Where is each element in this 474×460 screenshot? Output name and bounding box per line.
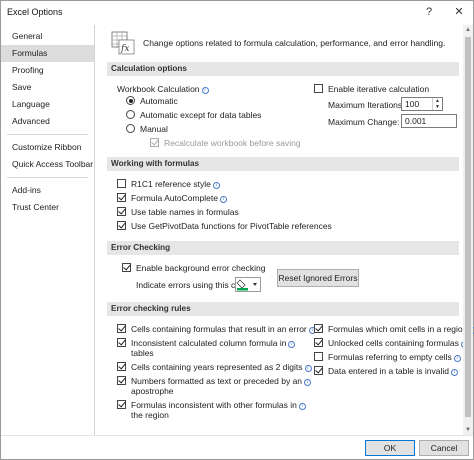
max-change-label: Maximum Change: xyxy=(328,117,400,127)
sidebar: General Formulas Proofing Save Language … xyxy=(1,25,95,435)
sidebar-item-proofing[interactable]: Proofing xyxy=(1,62,94,79)
getpivotdata-checkbox[interactable] xyxy=(117,221,126,230)
info-icon: i xyxy=(288,341,296,348)
rule-omit-cells-label[interactable]: Formulas which omit cells in a regioni xyxy=(328,324,474,334)
recalc-before-saving-checkbox[interactable] xyxy=(150,138,159,147)
content-panel: fx Change options related to formula cal… xyxy=(101,25,474,435)
content-scrollbar[interactable]: ▲ ▼ xyxy=(463,25,473,435)
page-description: Change options related to formula calcul… xyxy=(143,38,446,48)
rule-numbers-as-text-checkbox[interactable] xyxy=(117,376,126,385)
ok-button[interactable]: OK xyxy=(365,440,415,456)
spin-down-icon[interactable]: ▼ xyxy=(433,104,442,110)
rule-unlocked-cells-label[interactable]: Unlocked cells containing formulasi xyxy=(328,338,468,348)
rule-unlocked-cells-checkbox[interactable] xyxy=(314,338,323,347)
radio-automatic-except-tables[interactable] xyxy=(126,110,135,119)
rule-inconsistent-column-label[interactable]: Inconsistent calculated column formula i… xyxy=(131,338,296,358)
max-change-input[interactable] xyxy=(402,115,456,127)
info-icon: i xyxy=(304,365,312,372)
info-icon: i xyxy=(212,182,220,189)
scroll-thumb[interactable] xyxy=(465,37,471,417)
sidebar-divider xyxy=(7,177,88,178)
sidebar-item-trust-center[interactable]: Trust Center xyxy=(1,199,94,216)
section-error-checking-rules: Error checking rules xyxy=(107,302,459,316)
dialog-footer: OK Cancel xyxy=(1,435,473,459)
sidebar-item-advanced[interactable]: Advanced xyxy=(1,113,94,130)
sidebar-item-customize-ribbon[interactable]: Customize Ribbon xyxy=(1,139,94,156)
rule-empty-cells-label[interactable]: Formulas referring to empty cells i xyxy=(328,352,461,362)
max-change-field[interactable] xyxy=(401,114,457,128)
spin-arrows[interactable]: ▲ ▼ xyxy=(432,98,442,110)
radio-automatic[interactable] xyxy=(126,96,135,105)
radio-manual[interactable] xyxy=(126,124,135,133)
info-icon: i xyxy=(450,369,458,376)
rule-table-invalid-label[interactable]: Data entered in a table is invalid i xyxy=(328,366,458,376)
rule-table-invalid-checkbox[interactable] xyxy=(314,366,323,375)
rule-inconsistent-region-label[interactable]: Formulas inconsistent with other formula… xyxy=(131,400,306,420)
formula-autocomplete-checkbox[interactable] xyxy=(117,193,126,202)
section-working-with-formulas: Working with formulas xyxy=(107,157,459,171)
r1c1-label[interactable]: R1C1 reference style i xyxy=(131,179,220,189)
section-calculation-options: Calculation options xyxy=(107,62,459,76)
info-icon: i xyxy=(304,379,312,386)
fill-color-icon xyxy=(236,279,257,291)
formula-fx-icon: fx xyxy=(111,31,135,55)
table-names-label[interactable]: Use table names in formulas xyxy=(131,207,239,217)
iterative-calculation-checkbox[interactable] xyxy=(314,84,323,93)
max-iterations-label: Maximum Iterations: xyxy=(328,100,405,110)
info-icon: i xyxy=(298,403,306,410)
cancel-button[interactable]: Cancel xyxy=(419,440,469,456)
reset-ignored-errors-button[interactable]: Reset Ignored Errors xyxy=(277,269,359,287)
sidebar-item-save[interactable]: Save xyxy=(1,79,94,96)
rule-two-digit-years-checkbox[interactable] xyxy=(117,362,126,371)
scroll-up-icon[interactable]: ▲ xyxy=(463,25,473,35)
error-color-picker[interactable] xyxy=(235,277,261,292)
workbook-calculation-label: Workbook Calculation i xyxy=(117,84,209,94)
info-icon: i xyxy=(453,355,461,362)
iterative-calculation-label[interactable]: Enable iterative calculation xyxy=(328,84,429,94)
formula-autocomplete-label[interactable]: Formula AutoComplete i xyxy=(131,193,227,203)
background-error-checking-label[interactable]: Enable background error checking xyxy=(136,263,265,273)
sidebar-item-quick-access-toolbar[interactable]: Quick Access Toolbar xyxy=(1,156,94,173)
sidebar-item-language[interactable]: Language xyxy=(1,96,94,113)
rule-omit-cells-checkbox[interactable] xyxy=(314,324,323,333)
rule-formulas-error-label[interactable]: Cells containing formulas that result in… xyxy=(131,324,316,334)
rule-numbers-as-text-label[interactable]: Numbers formatted as text or preceded by… xyxy=(131,376,312,396)
window-title: Excel Options xyxy=(7,7,63,17)
help-icon[interactable]: ? xyxy=(421,4,437,20)
title-bar: Excel Options ? ✕ xyxy=(1,1,473,23)
page-header: fx Change options related to formula cal… xyxy=(109,29,459,59)
getpivotdata-label[interactable]: Use GetPivotData functions for PivotTabl… xyxy=(131,221,332,231)
rule-inconsistent-column-checkbox[interactable] xyxy=(117,338,126,347)
r1c1-checkbox[interactable] xyxy=(117,179,126,188)
section-error-checking: Error Checking xyxy=(107,241,459,255)
table-names-checkbox[interactable] xyxy=(117,207,126,216)
rule-formulas-error-checkbox[interactable] xyxy=(117,324,126,333)
radio-automatic-label[interactable]: Automatic xyxy=(140,96,178,106)
recalc-before-saving-label: Recalculate workbook before saving xyxy=(164,138,301,148)
svg-text:fx: fx xyxy=(120,44,129,54)
rule-empty-cells-checkbox[interactable] xyxy=(314,352,323,361)
close-icon[interactable]: ✕ xyxy=(451,4,467,20)
rule-two-digit-years-label[interactable]: Cells containing years represented as 2 … xyxy=(131,362,312,372)
background-error-checking-checkbox[interactable] xyxy=(122,263,131,272)
sidebar-item-formulas[interactable]: Formulas xyxy=(1,45,94,62)
sidebar-item-add-ins[interactable]: Add-ins xyxy=(1,182,94,199)
excel-options-window: Excel Options ? ✕ General Formulas Proof… xyxy=(0,0,474,460)
radio-automatic-except-tables-label[interactable]: Automatic except for data tables xyxy=(140,110,261,120)
sidebar-divider xyxy=(7,134,88,135)
radio-manual-label[interactable]: Manual xyxy=(140,124,168,134)
max-iterations-stepper[interactable]: ▲ ▼ xyxy=(401,97,443,111)
info-icon: i xyxy=(219,196,227,203)
sidebar-item-general[interactable]: General xyxy=(1,28,94,45)
scroll-down-icon[interactable]: ▼ xyxy=(463,425,473,435)
info-icon: i xyxy=(201,87,209,94)
rule-inconsistent-region-checkbox[interactable] xyxy=(117,400,126,409)
